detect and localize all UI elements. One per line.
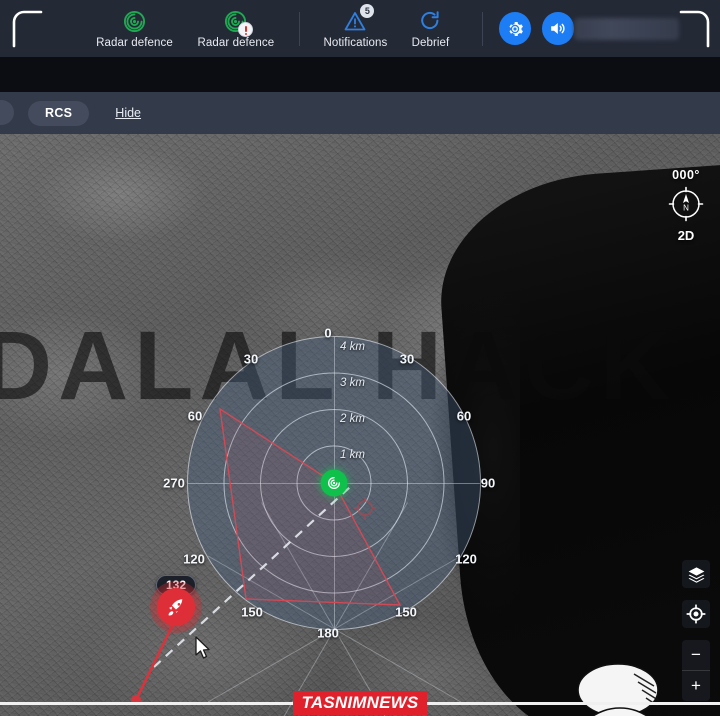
toolbar-item-debrief-label: Debrief (411, 36, 450, 49)
missile-target-marker[interactable] (150, 581, 202, 633)
toolbar-item-notifications[interactable]: 5 Notifications (315, 0, 395, 57)
bearing-label-120: 120 (455, 551, 477, 567)
bearing-label-270: 270 (163, 475, 185, 491)
bearing-label-150: 150 (395, 604, 417, 620)
bearing-label-0: 0 (324, 325, 332, 341)
speaker-icon (551, 22, 565, 35)
radar-icon (123, 10, 146, 32)
redacted-user-panel (573, 17, 680, 40)
pointer-cursor-icon (195, 636, 210, 659)
refresh-icon (421, 11, 440, 30)
bearing-label-330: 30 (243, 351, 259, 367)
map-canvas[interactable]: DALAL HACK 1 km 2 km 3 km 4 km 0 30 60 9… (0, 134, 720, 716)
toolbar-item-radar-defence-1-label: Radar defence (96, 36, 173, 49)
toolbar-item-notifications-label: Notifications (323, 36, 388, 49)
view-mode-toggle[interactable]: 2D (678, 228, 695, 243)
zoom-out-button[interactable]: − (682, 640, 710, 670)
layers-button[interactable] (682, 560, 710, 588)
footer-line-left (0, 701, 293, 705)
radar-overlay: 1 km 2 km 3 km 4 km 0 30 60 90 120 150 1… (153, 326, 495, 716)
tasnim-watermark: TASNIMNEWS (292, 691, 428, 715)
subbar-left-stub (0, 100, 14, 125)
footer-line-right (427, 701, 720, 705)
radar-station-marker[interactable] (320, 469, 348, 497)
debrief-icon-wrap (418, 8, 442, 35)
radar-defence-2-icon-wrap (223, 8, 254, 37)
bearing-label-300: 60 (187, 408, 203, 424)
layers-icon (688, 566, 704, 583)
target-locate-icon (686, 604, 706, 624)
compass-icon[interactable]: N (666, 184, 706, 224)
toolbar-black-strip (0, 57, 720, 92)
toolbar-item-radar-defence-1[interactable]: Radar defence (84, 0, 185, 57)
ring-label-3km: 3 km (340, 377, 365, 389)
compass-heading-label: 000° (672, 168, 700, 182)
toolbar-divider-2 (481, 11, 483, 46)
sub-toolbar: RCS Hide (0, 92, 720, 134)
toolbar-divider-1 (298, 11, 300, 46)
toolbar-item-radar-defence-2[interactable]: Radar defence (185, 0, 286, 57)
frame-corner-right-icon (679, 10, 710, 48)
toolbar-item-radar-defence-2-label: Radar defence (197, 36, 275, 49)
missile-icon (168, 598, 182, 615)
ring-label-2km: 2 km (340, 413, 365, 425)
svg-text:N: N (683, 204, 689, 213)
bearing-label-30: 30 (399, 351, 415, 367)
footer-banner: TASNIMNEWS (0, 690, 720, 716)
gear-icon (509, 21, 523, 36)
bearing-label-90: 90 (480, 475, 496, 491)
bearing-label-60: 60 (456, 408, 472, 424)
notifications-count-badge: 5 (360, 3, 375, 18)
rcs-toggle-button[interactable]: RCS (28, 100, 90, 126)
bearing-label-240: 120 (183, 551, 205, 567)
locate-button[interactable] (682, 600, 710, 628)
toolbar-item-debrief[interactable]: Debrief (395, 0, 465, 57)
bearing-label-180: 180 (317, 625, 339, 641)
ring-label-1km: 1 km (340, 449, 365, 461)
settings-button[interactable] (498, 12, 531, 45)
radar-station-icon (328, 477, 340, 489)
frame-corner-left-icon (12, 10, 43, 48)
volume-button[interactable] (541, 12, 574, 45)
top-toolbar: Radar defence Radar defence 5 Notificati… (0, 0, 720, 57)
radar-defence-2-alert-badge (238, 21, 254, 37)
hide-link[interactable]: Hide (115, 106, 141, 120)
ring-label-4km: 4 km (340, 341, 365, 353)
notifications-icon-wrap: 5 (343, 3, 375, 35)
app-root: DALAL HACK 1 km 2 km 3 km 4 km 0 30 60 9… (0, 0, 720, 716)
missile-core[interactable] (157, 588, 195, 626)
secondary-target-reticle (354, 497, 376, 519)
bearing-label-210: 150 (241, 604, 263, 620)
radar-defence-1-icon-wrap (122, 8, 147, 35)
compass-control[interactable]: 000° N 2D (666, 168, 706, 243)
